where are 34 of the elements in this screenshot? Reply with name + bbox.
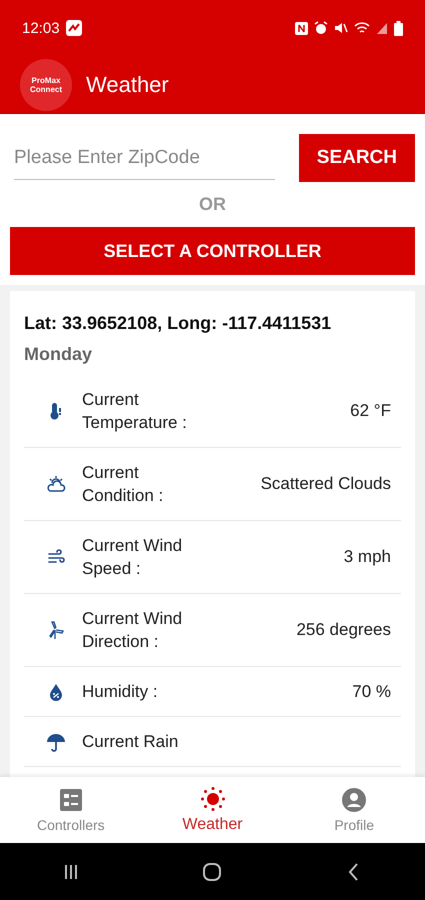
screen-title: Weather	[86, 72, 169, 98]
reading-value: Scattered Clouds	[260, 474, 391, 494]
reading-label: Current Rain	[82, 731, 180, 753]
reading-value: 256 degrees	[296, 620, 391, 640]
notification-icon	[66, 20, 82, 36]
reading-label: Current Condition :	[82, 462, 164, 507]
nav-tab[interactable]: Controllers	[0, 777, 142, 843]
coordinates: Lat: 33.9652108, Long: -117.4411531	[24, 313, 332, 334]
profile-icon	[341, 787, 368, 813]
dashboard-icon	[58, 787, 84, 813]
or-separator: OR	[199, 193, 226, 216]
sun-icon	[200, 786, 226, 812]
wifi-icon	[354, 21, 370, 35]
select-controller-button[interactable]: SELECT A CONTROLLER	[10, 227, 415, 275]
reading-label: Current Wind Speed :	[82, 535, 184, 580]
reading-value: 70 %	[352, 682, 391, 702]
nav-tab[interactable]: Weather	[142, 777, 284, 843]
weekday: Monday	[24, 344, 94, 365]
alarm-icon	[314, 21, 328, 35]
reading-label: Humidity :	[82, 681, 159, 703]
mute-icon	[334, 21, 348, 35]
battery-icon	[394, 20, 403, 36]
app-logo: ProMax Connect	[20, 58, 72, 110]
rain-icon	[46, 732, 66, 752]
reading-value: 3 mph	[344, 547, 391, 567]
reading-label: Current Wind Direction :	[82, 608, 184, 653]
reading-value: 62 °F	[350, 401, 391, 421]
search-button[interactable]: SEARCH	[298, 134, 415, 182]
signal-icon	[376, 21, 388, 35]
nfc-icon	[295, 22, 308, 34]
cloud-sun-icon	[46, 474, 66, 494]
nav-tab[interactable]: Profile	[283, 777, 425, 843]
status-time: 12:03	[22, 20, 60, 36]
reading-label: Current Temperature :	[82, 389, 188, 434]
